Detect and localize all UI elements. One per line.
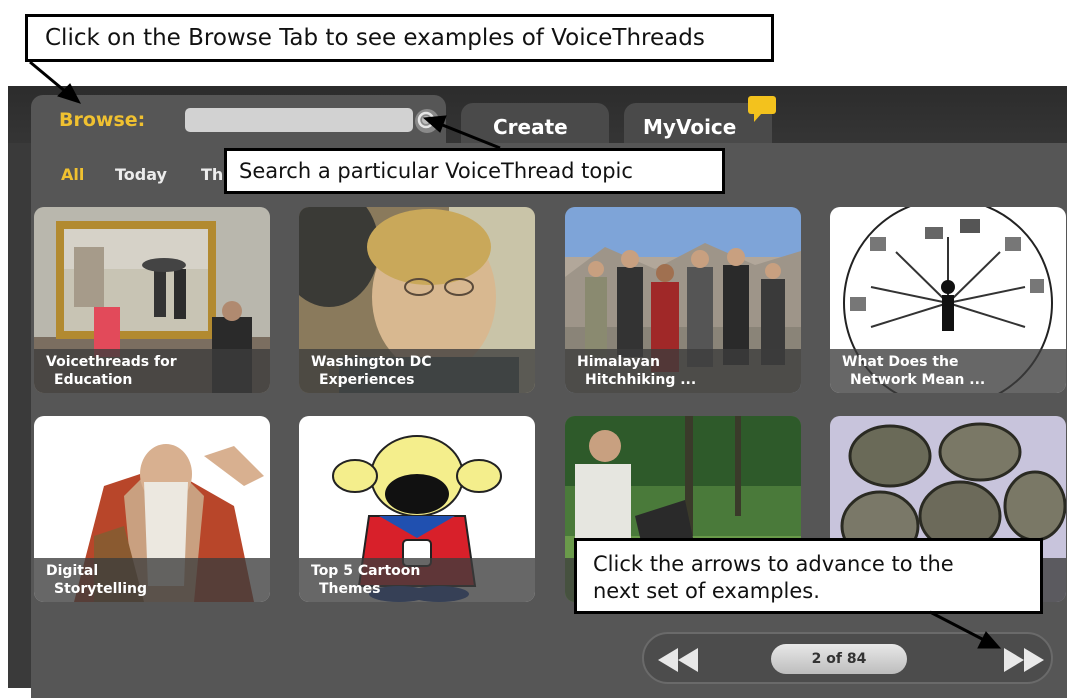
callout-search: Search a particular VoiceThread topic (224, 148, 725, 194)
card-title-line2: Experiences (319, 372, 415, 388)
card-caption: Washington DC Experiences (299, 349, 535, 393)
card-caption: Digital Storytelling (34, 558, 270, 602)
card-title-line2: Themes (319, 581, 381, 597)
card-caption: Himalayan Hitchhiking ... (565, 349, 801, 393)
rewind-arrows-icon[interactable] (656, 646, 702, 674)
thumbnail-card[interactable]: Digital Storytelling (34, 416, 270, 602)
thumbnail-card[interactable]: Voicethreads for Education (34, 207, 270, 393)
tab-browse[interactable]: Browse: (31, 95, 446, 143)
tab-create[interactable]: Create (461, 103, 609, 143)
tab-create-label: Create (493, 115, 568, 139)
search-input[interactable] (185, 108, 413, 132)
card-caption: What Does the Network Mean ... (830, 349, 1066, 393)
pagination-control: 2 of 84 (642, 632, 1053, 684)
thumbnail-card[interactable]: Washington DC Experiences (299, 207, 535, 393)
callout-arrows: Click the arrows to advance to the next … (574, 538, 1043, 614)
card-caption: Top 5 Cartoon Themes (299, 558, 535, 602)
tab-bar: Browse: Create MyVoice (8, 86, 1067, 143)
card-title-line1: Washington DC (311, 354, 432, 370)
speech-bubble-icon (748, 96, 776, 122)
card-title-line1: Himalayan (577, 354, 660, 370)
page-indicator: 2 of 84 (771, 644, 907, 674)
callout-browse-tab: Click on the Browse Tab to see examples … (25, 14, 774, 62)
card-title-line2: Hitchhiking ... (585, 372, 697, 388)
tab-myvoice-label: MyVoice (643, 115, 737, 139)
tab-browse-label: Browse: (59, 109, 146, 131)
card-title-line1: Top 5 Cartoon (311, 563, 421, 579)
callout-arrows-line2: next set of examples. (593, 579, 820, 603)
filter-all[interactable]: All (61, 165, 84, 184)
search-icon[interactable] (414, 108, 440, 134)
filter-today[interactable]: Today (115, 165, 167, 184)
thumbnail-card[interactable]: Himalayan Hitchhiking ... (565, 207, 801, 393)
card-caption: Voicethreads for Education (34, 349, 270, 393)
card-title-line2: Storytelling (54, 581, 147, 597)
callout-arrows-line1: Click the arrows to advance to the (593, 552, 954, 576)
card-title-line2: Education (54, 372, 133, 388)
filter-this-week[interactable]: Th (201, 165, 223, 184)
card-title-line2: Network Mean ... (850, 372, 986, 388)
thumbnail-card[interactable]: What Does the Network Mean ... (830, 207, 1066, 393)
thumbnail-card[interactable]: Top 5 Cartoon Themes (299, 416, 535, 602)
card-title-line1: Digital (46, 563, 99, 579)
card-title-line1: Voicethreads for (46, 354, 177, 370)
fast-forward-arrows-icon[interactable] (1000, 646, 1046, 674)
browse-panel: All Today Th Voicethreads for Education … (31, 143, 1067, 698)
card-title-line1: What Does the (842, 354, 959, 370)
